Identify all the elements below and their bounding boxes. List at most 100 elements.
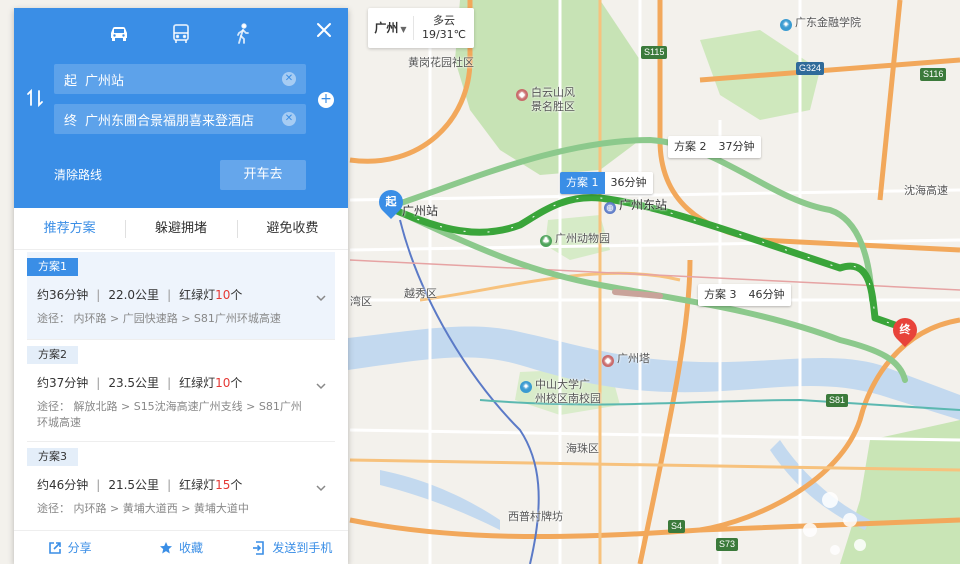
- route-preference-tabs: 推荐方案 躲避拥堵 避免收费: [14, 208, 348, 250]
- map-label-xicun: 西普村牌坊: [508, 510, 563, 523]
- send-label: 发送到手机: [272, 541, 333, 555]
- route-panel: 起 广州站 ✕ 终 广州东圃合景福朋喜来登酒店 ✕ + 清除路线 开车去 推荐方…: [14, 8, 348, 564]
- map-label-liwan: 湾区: [350, 295, 372, 308]
- star-icon: [159, 541, 172, 553]
- school-poi-icon: ✦: [520, 381, 532, 393]
- start-marker[interactable]: 起: [374, 185, 408, 220]
- plan-lights-label: 红绿灯: [179, 288, 216, 302]
- clear-origin-icon[interactable]: ✕: [282, 72, 296, 86]
- route-plan-3[interactable]: 方案3 约46分钟 | 21.5公里 | 红绿灯15个 途径： 内环路 > 黄埔大道西 …: [27, 442, 335, 530]
- plan-tag: 方案3: [27, 448, 78, 466]
- map-label-huagang: 黄岗花园社区: [408, 56, 474, 69]
- plan-time: 约36分钟: [37, 288, 89, 302]
- map-label-haizhu: 海珠区: [566, 442, 599, 455]
- favorite-label: 收藏: [178, 541, 203, 555]
- route-tag-plan-3[interactable]: 方案 3 46分钟: [698, 284, 791, 306]
- shield-s116: S116: [920, 68, 947, 81]
- city-selector[interactable]: 广州 ▼: [368, 16, 414, 40]
- plan-stats: 约37分钟 | 23.5公里 | 红绿灯10个: [37, 376, 243, 390]
- plan-distance: 23.5公里: [108, 376, 160, 390]
- plan-lights-label: 红绿灯: [179, 376, 216, 390]
- share-label: 分享: [67, 541, 92, 555]
- shield-s73: S73: [716, 538, 739, 551]
- plan-lights-unit: 个: [230, 288, 243, 302]
- chevron-down-icon[interactable]: [315, 292, 327, 304]
- drive-button[interactable]: 开车去: [220, 160, 306, 190]
- route-plan-2[interactable]: 方案2 约37分钟 | 23.5公里 | 红绿灯10个 途径： 解放北路 > S15沈海…: [27, 340, 335, 442]
- favorite-button[interactable]: 收藏: [125, 531, 236, 564]
- plan-via: 途径： 内环路 > 黄埔大道西 > 黄埔大道中: [37, 502, 249, 515]
- plan-lights-unit: 个: [230, 478, 243, 492]
- zoo-text: 广州动物园: [555, 232, 610, 245]
- share-button[interactable]: 分享: [14, 531, 125, 564]
- baiyunshan-text: 白云山风 景名胜区: [531, 86, 575, 113]
- finance-poi-icon: ✦: [780, 19, 792, 31]
- chevron-down-icon[interactable]: [315, 380, 327, 392]
- weather-info: 多云 19/31℃: [414, 14, 474, 42]
- share-icon: [48, 541, 61, 554]
- end-marker-text: 终: [899, 323, 911, 336]
- plan-tag: 方案2: [27, 346, 78, 364]
- close-icon[interactable]: [314, 20, 334, 40]
- bus-mode-icon[interactable]: [169, 22, 193, 46]
- destination-field[interactable]: 终 广州东圃合景福朋喜来登酒店 ✕: [54, 104, 306, 134]
- shield-s115: S115: [641, 46, 668, 59]
- route-tag-name: 方案 1: [560, 172, 605, 194]
- origin-prefix: 起: [64, 73, 78, 89]
- map-label-yuexiu: 越秀区: [404, 287, 437, 300]
- add-waypoint-icon[interactable]: +: [318, 92, 334, 108]
- destination-value: 广州东圃合景福朋喜来登酒店: [85, 113, 255, 129]
- end-marker[interactable]: 终: [888, 313, 922, 348]
- tab-avoid-tolls[interactable]: 避免收费: [236, 208, 348, 249]
- city-name: 广州: [374, 21, 399, 35]
- origin-field[interactable]: 起 广州站 ✕: [54, 64, 306, 94]
- car-mode-icon[interactable]: [107, 22, 131, 46]
- panel-actions: 分享 收藏 发送到手机: [14, 530, 348, 564]
- shield-s81: S81: [826, 394, 849, 407]
- map-label-tower: ◆ 广州塔: [602, 350, 650, 367]
- plan-time: 约37分钟: [37, 376, 89, 390]
- destination-prefix: 终: [64, 113, 78, 129]
- route-tag-plan-2[interactable]: 方案 2 37分钟: [668, 136, 761, 158]
- plan-lights-count: 15: [215, 478, 231, 492]
- weather-temp: 19/31℃: [421, 28, 467, 41]
- zoo-poi-icon: ♣: [540, 235, 552, 247]
- plan-lights-unit: 个: [230, 376, 243, 390]
- map-label-sysu: ✦ 中山大学广 州校区南校园: [520, 378, 601, 406]
- clear-destination-icon[interactable]: ✕: [282, 112, 296, 126]
- gz-east-text: 广州东站: [619, 198, 668, 212]
- map-label-gz-station: 广州站: [402, 204, 439, 218]
- plan-via: 途径： 内环路 > 广园快速路 > S81广州环城高速: [37, 312, 281, 325]
- plan-distance: 22.0公里: [108, 288, 160, 302]
- tab-recommended[interactable]: 推荐方案: [14, 208, 125, 249]
- route-tag-name: 方案 3: [704, 288, 737, 301]
- route-tag-plan-1[interactable]: 方案 1 36分钟: [560, 172, 653, 194]
- plan-via: 途径： 解放北路 > S15沈海高速广州支线 > S81广州环城高速: [37, 400, 302, 429]
- plan-tag: 方案1: [27, 258, 78, 276]
- sysu-text: 中山大学广 州校区南校园: [535, 378, 601, 405]
- route-tag-time: 37分钟: [712, 136, 761, 158]
- route-plan-1[interactable]: 方案1 约36分钟 | 22.0公里 | 红绿灯10个 途径： 内环路 > 广园快速路 …: [27, 252, 335, 340]
- shield-s4: S4: [668, 520, 686, 533]
- scenic-poi-icon: ◆: [516, 89, 528, 101]
- finance-text: 广东金融学院: [795, 16, 861, 29]
- plan-lights-count: 10: [215, 288, 231, 302]
- chevron-down-icon[interactable]: [315, 482, 327, 494]
- tower-poi-icon: ◆: [602, 355, 614, 367]
- map-label-gz-east: ◎ 广州东站: [604, 196, 667, 214]
- route-search-header: 起 广州站 ✕ 终 广州东圃合景福朋喜来登酒店 ✕ + 清除路线 开车去: [14, 8, 348, 208]
- plan-stats: 约36分钟 | 22.0公里 | 红绿灯10个: [37, 288, 243, 302]
- swap-icon[interactable]: [26, 88, 44, 108]
- map-label-shenhai: 沈海高速: [904, 184, 948, 197]
- plan-time: 约46分钟: [37, 478, 89, 492]
- walk-mode-icon[interactable]: [231, 22, 255, 46]
- caret-down-icon: ▼: [400, 25, 407, 34]
- route-tag-time: 46分钟: [742, 284, 791, 306]
- weather-condition: 多云: [433, 14, 455, 27]
- send-to-phone-button[interactable]: 发送到手机: [237, 531, 348, 564]
- start-marker-text: 起: [385, 195, 397, 208]
- clear-route-link[interactable]: 清除路线: [54, 166, 102, 183]
- plan-stats: 约46分钟 | 21.5公里 | 红绿灯15个: [37, 478, 243, 492]
- weather-widget: 广州 ▼ 多云 19/31℃: [368, 8, 474, 48]
- tab-avoid-congestion[interactable]: 躲避拥堵: [125, 208, 236, 249]
